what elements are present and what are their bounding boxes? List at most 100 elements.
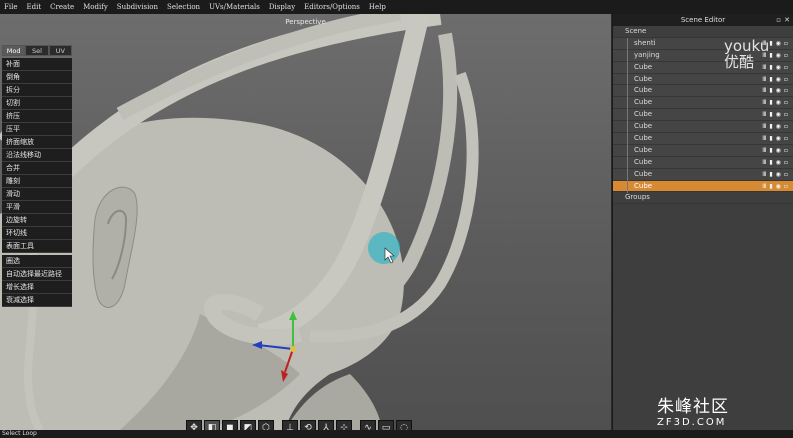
tool-button[interactable]: 切割 (2, 97, 72, 110)
tool-button[interactable]: 自动选择最近路径 (2, 268, 72, 281)
lock-icon[interactable]: ▫ (784, 133, 788, 145)
curve-icon[interactable]: ∿ (360, 420, 376, 430)
menu-file[interactable]: File (4, 3, 17, 11)
menu-create[interactable]: Create (50, 3, 74, 11)
visibility-eye-icon[interactable]: ◉ (776, 181, 781, 193)
scene-item[interactable]: Cube Ⅲ ▮ ◉ ▫ (613, 156, 793, 169)
tool-button[interactable]: 挤压 (2, 110, 72, 123)
scene-item[interactable]: Cube Ⅲ ▮ ◉ ▫ (613, 73, 793, 86)
lock-icon[interactable]: ▫ (784, 50, 788, 62)
shade-icon[interactable]: ▮ (769, 145, 772, 157)
groups-label[interactable]: Groups (613, 192, 793, 205)
lock-icon[interactable]: ▫ (784, 109, 788, 121)
tool-button[interactable]: 拆分 (2, 84, 72, 97)
scene-item[interactable]: Cube Ⅲ ▮ ◉ ▫ (613, 109, 793, 122)
scene-item[interactable]: Cube Ⅲ ▮ ◉ ▫ (613, 97, 793, 110)
tool-button[interactable]: 边旋转 (2, 214, 72, 227)
shade-icon[interactable]: ▮ (769, 85, 772, 97)
tool-button[interactable]: 合并 (2, 162, 72, 175)
edge-mode-icon[interactable]: ⬡ (258, 420, 274, 430)
scene-item[interactable]: Cube Ⅲ ▮ ◉ ▫ (613, 180, 793, 193)
wireframe-icon[interactable]: Ⅲ (762, 109, 766, 121)
lock-icon[interactable]: ▫ (784, 74, 788, 86)
float-icon[interactable]: ▫ (776, 14, 781, 26)
lock-icon[interactable]: ▫ (784, 97, 788, 109)
visibility-eye-icon[interactable]: ◉ (776, 109, 781, 121)
menu-editors-options[interactable]: Editors/Options (304, 3, 360, 11)
wireframe-icon[interactable]: Ⅲ (762, 97, 766, 109)
scene-item[interactable]: Cube Ⅲ ▮ ◉ ▫ (613, 168, 793, 181)
menu-subdivision[interactable]: Subdivision (117, 3, 158, 11)
lock-icon[interactable]: ▫ (784, 169, 788, 181)
lock-icon[interactable]: ▫ (784, 121, 788, 133)
visibility-eye-icon[interactable]: ◉ (776, 157, 781, 169)
shade-icon[interactable]: ▮ (769, 181, 772, 193)
visibility-eye-icon[interactable]: ◉ (776, 133, 781, 145)
wireframe-icon[interactable]: Ⅲ (762, 133, 766, 145)
visibility-eye-icon[interactable]: ◉ (776, 169, 781, 181)
wireframe-icon[interactable]: Ⅲ (762, 145, 766, 157)
tab-sel[interactable]: Sel (25, 45, 49, 56)
face-mode-icon[interactable]: ◧ (204, 420, 220, 430)
visibility-eye-icon[interactable]: ◉ (776, 50, 781, 62)
tool-button[interactable]: 表面工具 (2, 240, 72, 253)
shade-icon[interactable]: ▮ (769, 169, 772, 181)
visibility-eye-icon[interactable]: ◉ (776, 38, 781, 50)
tool-button[interactable]: 压平 (2, 123, 72, 136)
shade-icon[interactable]: ▮ (769, 97, 772, 109)
lock-icon[interactable]: ▫ (784, 85, 788, 97)
wireframe-icon[interactable]: Ⅲ (762, 74, 766, 86)
move-icon[interactable]: ⊥ (282, 420, 298, 430)
shade-icon[interactable]: ▮ (769, 121, 772, 133)
lock-icon[interactable]: ▫ (784, 62, 788, 74)
visibility-eye-icon[interactable]: ◉ (776, 97, 781, 109)
tab-mod[interactable]: Mod (2, 45, 26, 56)
tab-uv[interactable]: UV (48, 45, 72, 56)
wireframe-icon[interactable]: Ⅲ (762, 121, 766, 133)
close-icon[interactable]: ✕ (784, 14, 790, 26)
tool-button[interactable]: 圈选 (2, 255, 72, 268)
tool-button[interactable]: 增长选择 (2, 281, 72, 294)
menu-modify[interactable]: Modify (83, 3, 108, 11)
scene-item[interactable]: Cube Ⅲ ▮ ◉ ▫ (613, 121, 793, 134)
tool-button[interactable]: 平滑 (2, 201, 72, 214)
menu-uvs-materials[interactable]: UVs/Materials (209, 3, 260, 11)
lock-icon[interactable]: ▫ (784, 38, 788, 50)
tool-button[interactable]: 补面 (2, 58, 72, 71)
visibility-eye-icon[interactable]: ◉ (776, 62, 781, 74)
tool-button[interactable]: 沿法线移动 (2, 149, 72, 162)
tool-button[interactable]: 滑动 (2, 188, 72, 201)
tool-button[interactable]: 倒角 (2, 71, 72, 84)
wireframe-icon[interactable]: Ⅲ (762, 169, 766, 181)
menu-display[interactable]: Display (269, 3, 295, 11)
rotate-icon[interactable]: ⟲ (300, 420, 316, 430)
scale-icon[interactable]: ⅄ (318, 420, 334, 430)
tool-button[interactable]: 环切线 (2, 227, 72, 240)
shade-icon[interactable]: ▮ (769, 157, 772, 169)
lasso-icon[interactable]: ◌ (396, 420, 412, 430)
universal-icon[interactable]: ⊹ (336, 420, 352, 430)
scene-item[interactable]: Cube Ⅲ ▮ ◉ ▫ (613, 133, 793, 146)
shade-icon[interactable]: ▮ (769, 133, 772, 145)
visibility-eye-icon[interactable]: ◉ (776, 121, 781, 133)
viewport-perspective[interactable]: Perspective Mod Sel UV 补面 倒角 拆分 切割 挤压 压平 挤面缩放沿… (0, 14, 611, 430)
visibility-eye-icon[interactable]: ◉ (776, 145, 781, 157)
shade-icon[interactable]: ▮ (769, 109, 772, 121)
menu-edit[interactable]: Edit (26, 3, 41, 11)
lock-icon[interactable]: ▫ (784, 181, 788, 193)
shade-icon[interactable]: ▮ (769, 74, 772, 86)
wireframe-icon[interactable]: Ⅲ (762, 85, 766, 97)
tool-button[interactable]: 衰减选择 (2, 294, 72, 307)
lock-icon[interactable]: ▫ (784, 157, 788, 169)
tool-button[interactable]: 挤面缩放 (2, 136, 72, 149)
rect-select-icon[interactable]: ▭ (378, 420, 394, 430)
shade-icon[interactable]: ▮ (769, 62, 772, 74)
scene-item[interactable]: Cube Ⅲ ▮ ◉ ▫ (613, 144, 793, 157)
visibility-eye-icon[interactable]: ◉ (776, 74, 781, 86)
tweak-icon[interactable]: ✥ (186, 420, 202, 430)
menu-selection[interactable]: Selection (167, 3, 200, 11)
shade-icon[interactable]: ▮ (769, 50, 772, 62)
lock-icon[interactable]: ▫ (784, 145, 788, 157)
visibility-eye-icon[interactable]: ◉ (776, 85, 781, 97)
shade-icon[interactable]: ▮ (769, 38, 772, 50)
